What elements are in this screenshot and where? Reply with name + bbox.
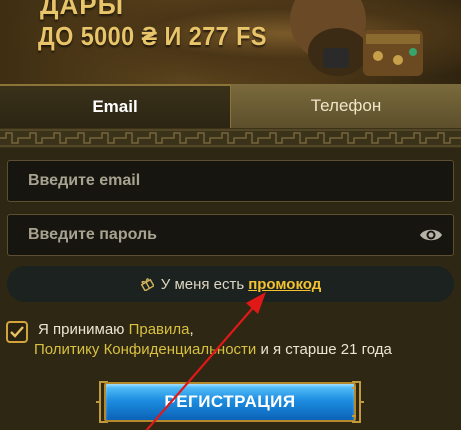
decorative-pattern-band xyxy=(0,128,461,148)
promo-code-toggle[interactable]: У меня есть промокод xyxy=(7,266,454,302)
terms-line-1: Я принимаю Правила, xyxy=(38,320,194,340)
banner-headline: ДО 5000 ₴ И 277 FS xyxy=(38,21,267,51)
terms-comma: , xyxy=(189,321,194,338)
checkmark-icon xyxy=(10,326,24,338)
password-field[interactable] xyxy=(7,214,454,256)
gift-icon xyxy=(140,278,154,291)
terms-prefix: Я принимаю xyxy=(38,321,125,338)
tab-email-label: Email xyxy=(92,97,138,116)
terms-line-2: Политику Конфиденциальности и я старше 2… xyxy=(34,340,392,360)
promo-banner: ДАРЫ ДО 5000 ₴ И 277 FS xyxy=(0,0,461,84)
privacy-policy-link[interactable]: Политику Конфиденциальности xyxy=(34,341,256,358)
email-field[interactable] xyxy=(7,160,454,202)
auth-method-tabs: Email Телефон xyxy=(0,84,461,128)
email-input[interactable] xyxy=(8,172,453,190)
eye-icon[interactable] xyxy=(419,225,443,245)
banner-headline-top: ДАРЫ xyxy=(40,0,125,20)
tab-email[interactable]: Email xyxy=(0,84,231,128)
promo-text: У меня есть xyxy=(160,275,245,293)
terms-checkbox[interactable] xyxy=(6,321,28,343)
register-button-frame: РЕГИСТРАЦИЯ xyxy=(96,378,364,426)
password-input[interactable] xyxy=(8,226,453,244)
tab-phone[interactable]: Телефон xyxy=(231,84,461,128)
banner-character-image xyxy=(290,0,423,76)
rules-link[interactable]: Правила xyxy=(129,321,190,338)
register-button[interactable]: РЕГИСТРАЦИЯ xyxy=(104,382,356,422)
tab-phone-label: Телефон xyxy=(310,96,382,115)
terms-suffix: и я старше 21 года xyxy=(260,341,392,358)
promo-code-link[interactable]: промокод xyxy=(248,276,321,293)
ornament-right-icon xyxy=(352,381,364,423)
